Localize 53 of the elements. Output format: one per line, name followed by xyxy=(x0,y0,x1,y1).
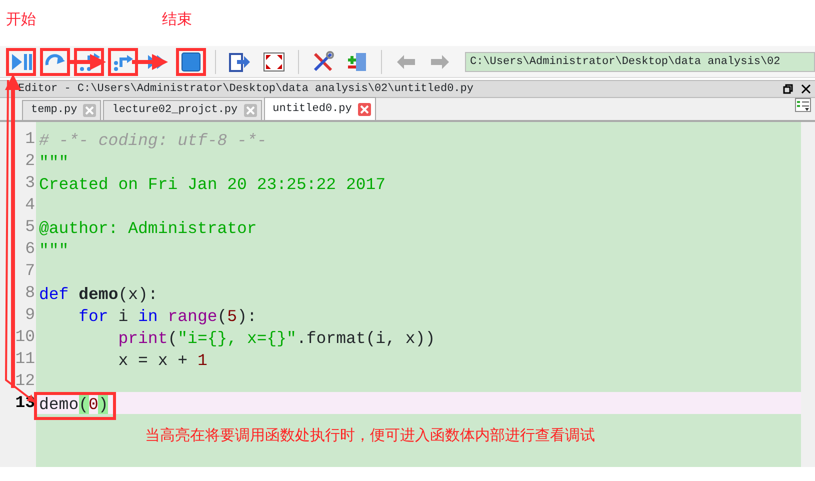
tab-close-button[interactable] xyxy=(83,104,96,117)
code-line: def demo(x): xyxy=(38,284,158,306)
line-number: 11 xyxy=(14,348,36,370)
line-number: 8 xyxy=(24,282,36,304)
code-line: print("i={}, x={}".format(i, x)) xyxy=(117,328,436,350)
editor-tab[interactable]: lecture02_projct.py xyxy=(103,100,262,120)
editor-tab[interactable]: temp.py xyxy=(22,100,102,120)
code-line: @author: Administrator xyxy=(38,218,257,240)
annotation-label: 开始 xyxy=(6,12,36,27)
close-icon xyxy=(246,106,255,115)
line-number: 1 xyxy=(24,128,36,150)
tab-close-button[interactable] xyxy=(358,102,371,116)
annotation-arrow xyxy=(132,54,168,70)
annotation-label: 结束 xyxy=(162,12,192,27)
line-number: 3 xyxy=(24,172,36,194)
line-number: 7 xyxy=(24,260,36,282)
exit-icon xyxy=(229,50,251,72)
code-line: """ xyxy=(38,152,69,174)
code-line: x = x + 1 xyxy=(117,350,208,372)
close-icon xyxy=(85,106,94,115)
step-over-button[interactable] xyxy=(40,48,70,76)
annotation-caption: 当高亮在将要调用函数处执行时，便可进入函数体内部进行查看调试 xyxy=(145,425,595,446)
code-line: Created on Fri Jan 20 23:25:22 2017 xyxy=(38,174,386,196)
maximize-icon xyxy=(263,50,285,72)
editor-title: Editor - C:\Users\Administrator\Desktop\data analysis\02\untitled0.py xyxy=(18,82,474,97)
path-add-icon xyxy=(346,50,368,72)
code-line: """ xyxy=(38,240,69,262)
close-icon[interactable] xyxy=(801,84,811,94)
line-number: 2 xyxy=(24,150,36,172)
stop-button[interactable] xyxy=(176,48,206,76)
editor-tab[interactable]: untitled0.py xyxy=(264,97,376,120)
options-icon[interactable] xyxy=(795,98,811,112)
code-line: for i in range(5): xyxy=(78,306,257,328)
step-into-button[interactable] xyxy=(74,48,104,76)
line-number: 12 xyxy=(14,370,36,392)
play-pause-button[interactable] xyxy=(6,48,36,76)
annotation-arrow xyxy=(68,54,106,70)
step-into-icon xyxy=(78,50,100,72)
step-return-button[interactable] xyxy=(108,48,138,76)
line-number: 10 xyxy=(14,326,36,348)
code-editor[interactable] xyxy=(0,122,815,467)
line-number: 9 xyxy=(24,304,36,326)
line-number: 5 xyxy=(24,216,36,238)
line-number: 6 xyxy=(24,238,36,260)
code-line: # -*- coding: utf-8 -*- xyxy=(38,130,267,152)
tools-icon xyxy=(312,50,334,72)
undock-icon[interactable] xyxy=(783,84,793,94)
path-field[interactable]: C:\Users\Administrator\Desktop\data analysis\02 xyxy=(465,52,815,72)
code-line: demo(0) xyxy=(38,394,108,416)
close-icon xyxy=(360,104,369,114)
stop-icon xyxy=(180,50,202,72)
line-number: 4 xyxy=(24,194,36,216)
tab-close-button[interactable] xyxy=(244,104,257,117)
